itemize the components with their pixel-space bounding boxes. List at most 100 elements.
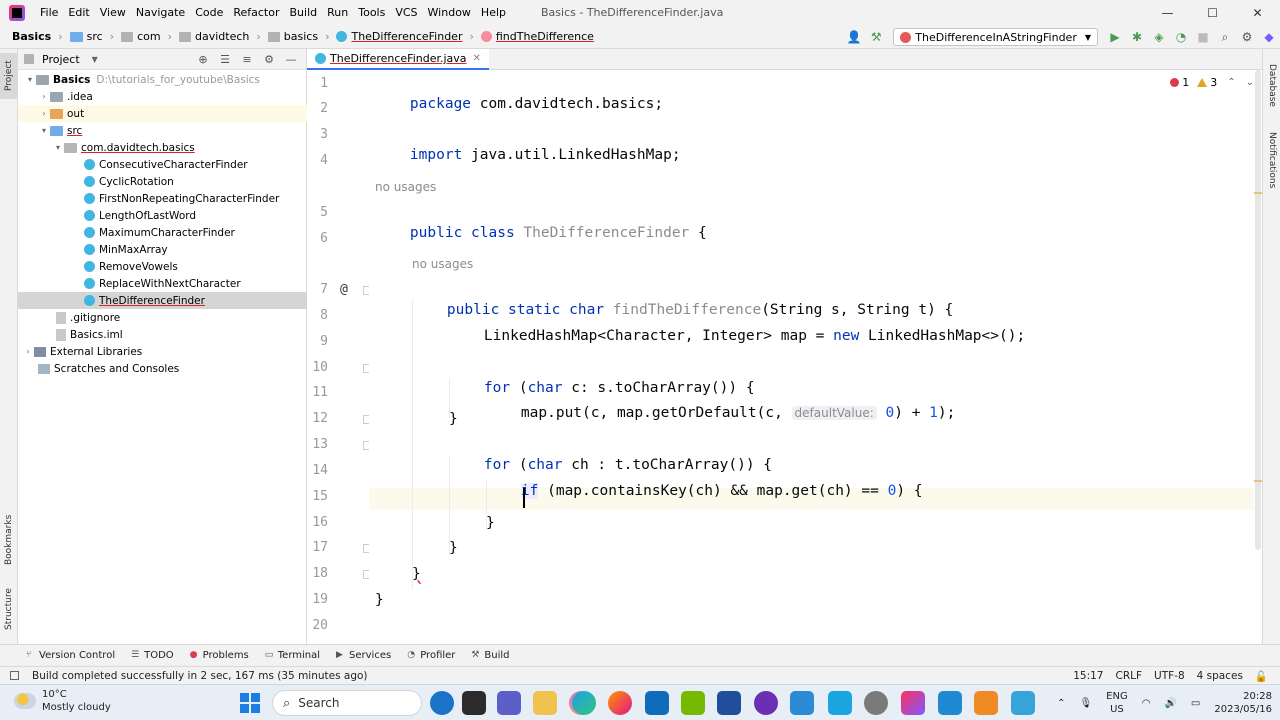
tree-item-iml[interactable]: Basics.iml: [18, 326, 307, 343]
status-square-icon[interactable]: [10, 671, 19, 680]
problems-tab[interactable]: ● Problems: [190, 650, 249, 661]
user-icon[interactable]: 👤: [843, 26, 865, 48]
chevron-down-icon[interactable]: ▼: [92, 55, 98, 64]
language-indicator[interactable]: ENG US: [1106, 690, 1128, 716]
chevron-down-icon[interactable]: ⌄: [1246, 77, 1254, 88]
expand-arrow-icon[interactable]: ▾: [24, 75, 36, 84]
project-view-selector[interactable]: Project: [42, 53, 80, 66]
menu-navigate[interactable]: Navigate: [131, 6, 190, 19]
tree-item-src[interactable]: ▾ src: [18, 122, 307, 139]
breadcrumb-basics[interactable]: basics: [266, 30, 320, 43]
notifications-tool-tab[interactable]: Notifications: [1263, 125, 1280, 195]
usages-hint[interactable]: no usages: [375, 180, 436, 194]
expand-arrow-icon[interactable]: ▾: [52, 143, 64, 152]
status-message[interactable]: Build completed successfully in 2 sec, 1…: [32, 670, 368, 682]
debug-icon[interactable]: ✱: [1126, 26, 1148, 48]
caret-position[interactable]: 15:17: [1073, 670, 1103, 682]
menu-tools[interactable]: Tools: [353, 6, 390, 19]
volume-icon[interactable]: 🔊: [1164, 697, 1176, 710]
minimize-button[interactable]: —: [1145, 0, 1190, 25]
usages-hint[interactable]: no usages: [412, 257, 473, 271]
terminal-tab[interactable]: ▭ Terminal: [265, 650, 320, 661]
taskbar-search[interactable]: ⌕ Search: [272, 690, 422, 716]
breadcrumb-davidtech[interactable]: davidtech: [177, 30, 251, 43]
profiler-tab[interactable]: ◔ Profiler: [407, 650, 455, 661]
stop-icon[interactable]: ■: [1192, 26, 1214, 48]
structure-tool-tab[interactable]: Structure: [0, 579, 18, 639]
options-gear-icon[interactable]: ⚙: [258, 53, 280, 66]
tree-item-class[interactable]: RemoveVowels: [18, 258, 307, 275]
run-configuration-dropdown[interactable]: TheDifferenceInAStringFinder ▼: [893, 28, 1098, 46]
calculator-icon[interactable]: [790, 691, 814, 715]
breadcrumb-project[interactable]: Basics: [10, 30, 53, 43]
breadcrumb-src[interactable]: src: [68, 30, 105, 43]
services-tab[interactable]: ▶ Services: [336, 650, 391, 661]
tree-item-class[interactable]: LengthOfLastWord: [18, 207, 307, 224]
tree-item-package[interactable]: ▾ com.davidtech.basics: [18, 139, 307, 156]
menu-window[interactable]: Window: [423, 6, 476, 19]
settings-gear-icon[interactable]: ⚙: [1236, 26, 1258, 48]
build-hammer-icon[interactable]: ⚒: [865, 26, 887, 48]
expand-arrow-icon[interactable]: ›: [38, 92, 50, 101]
menu-run[interactable]: Run: [322, 6, 353, 19]
code-editor[interactable]: package com.davidtech.basics; import jav…: [369, 70, 1254, 644]
file-explorer-icon[interactable]: [462, 691, 486, 715]
tree-item-out[interactable]: › out: [18, 105, 307, 122]
intellij-idea-icon[interactable]: [901, 691, 925, 715]
project-tool-tab[interactable]: Project: [0, 53, 18, 99]
wifi-icon[interactable]: ◠: [1142, 697, 1151, 710]
breadcrumb-method[interactable]: findTheDifference: [479, 30, 596, 43]
microphone-icon[interactable]: 🎙: [1079, 697, 1092, 710]
database-tool-tab[interactable]: Database: [1263, 55, 1280, 115]
tree-item-external-libraries[interactable]: › External Libraries: [18, 343, 307, 360]
tree-item-scratches[interactable]: Scratches and Consoles: [18, 360, 307, 377]
firefox-icon[interactable]: [608, 691, 632, 715]
tree-item-class[interactable]: ReplaceWithNextCharacter: [18, 275, 307, 292]
menu-help[interactable]: Help: [476, 6, 511, 19]
scrollbar-thumb[interactable]: [1255, 70, 1261, 550]
nvidia-icon[interactable]: [681, 691, 705, 715]
edge-icon[interactable]: [572, 691, 596, 715]
lock-icon[interactable]: 🔓: [1255, 670, 1268, 683]
profiler-icon[interactable]: ◔: [1170, 26, 1192, 48]
vscode-icon[interactable]: [938, 691, 962, 715]
hide-icon[interactable]: —: [280, 53, 302, 66]
menu-file[interactable]: File: [35, 6, 63, 19]
weather-widget[interactable]: 10°C Mostly cloudy: [14, 688, 111, 714]
inspections-widget[interactable]: 1 3 ⌃ ⌄: [1170, 76, 1254, 89]
file-encoding[interactable]: UTF-8: [1154, 670, 1185, 682]
files-folder-icon[interactable]: [533, 691, 557, 715]
bing-icon[interactable]: [430, 691, 454, 715]
tree-item-class[interactable]: MaximumCharacterFinder: [18, 224, 307, 241]
teams-chat-icon[interactable]: [497, 691, 521, 715]
chevron-up-icon[interactable]: ⌃: [1227, 77, 1235, 88]
expand-arrow-icon[interactable]: ›: [38, 109, 50, 118]
menu-vcs[interactable]: VCS: [390, 6, 422, 19]
todo-tab[interactable]: ☰ TODO: [131, 650, 174, 661]
notepad-icon[interactable]: [1011, 691, 1035, 715]
maximize-button[interactable]: ☐: [1190, 0, 1235, 25]
video-editor-icon[interactable]: [754, 691, 778, 715]
locate-file-icon[interactable]: ⊕: [192, 53, 214, 66]
close-tab-icon[interactable]: ✕: [473, 53, 481, 64]
version-control-tab[interactable]: ⑂ Version Control: [26, 650, 115, 661]
store-icon[interactable]: [717, 691, 741, 715]
menu-code[interactable]: Code: [190, 6, 228, 19]
tree-item-gitignore[interactable]: .gitignore: [18, 309, 307, 326]
menu-build[interactable]: Build: [285, 6, 323, 19]
menu-edit[interactable]: Edit: [63, 6, 94, 19]
line-separator[interactable]: CRLF: [1115, 670, 1142, 682]
breadcrumb-com[interactable]: com: [119, 30, 163, 43]
tree-item-class[interactable]: ConsecutiveCharacterFinder: [18, 156, 307, 173]
run-icon[interactable]: ▶: [1104, 26, 1126, 48]
settings-icon[interactable]: [864, 691, 888, 715]
expand-arrow-icon[interactable]: ›: [22, 347, 34, 356]
editor-scrollbar[interactable]: [1254, 70, 1262, 644]
implements-at-icon[interactable]: @: [340, 282, 348, 297]
tree-item-idea[interactable]: › .idea: [18, 88, 307, 105]
menu-view[interactable]: View: [95, 6, 131, 19]
indent-setting[interactable]: 4 spaces: [1197, 670, 1243, 682]
clock[interactable]: 20:28 2023/05/16: [1214, 690, 1272, 716]
bookmarks-tool-tab[interactable]: Bookmarks: [0, 509, 18, 571]
expand-all-icon[interactable]: ☰: [214, 53, 236, 66]
